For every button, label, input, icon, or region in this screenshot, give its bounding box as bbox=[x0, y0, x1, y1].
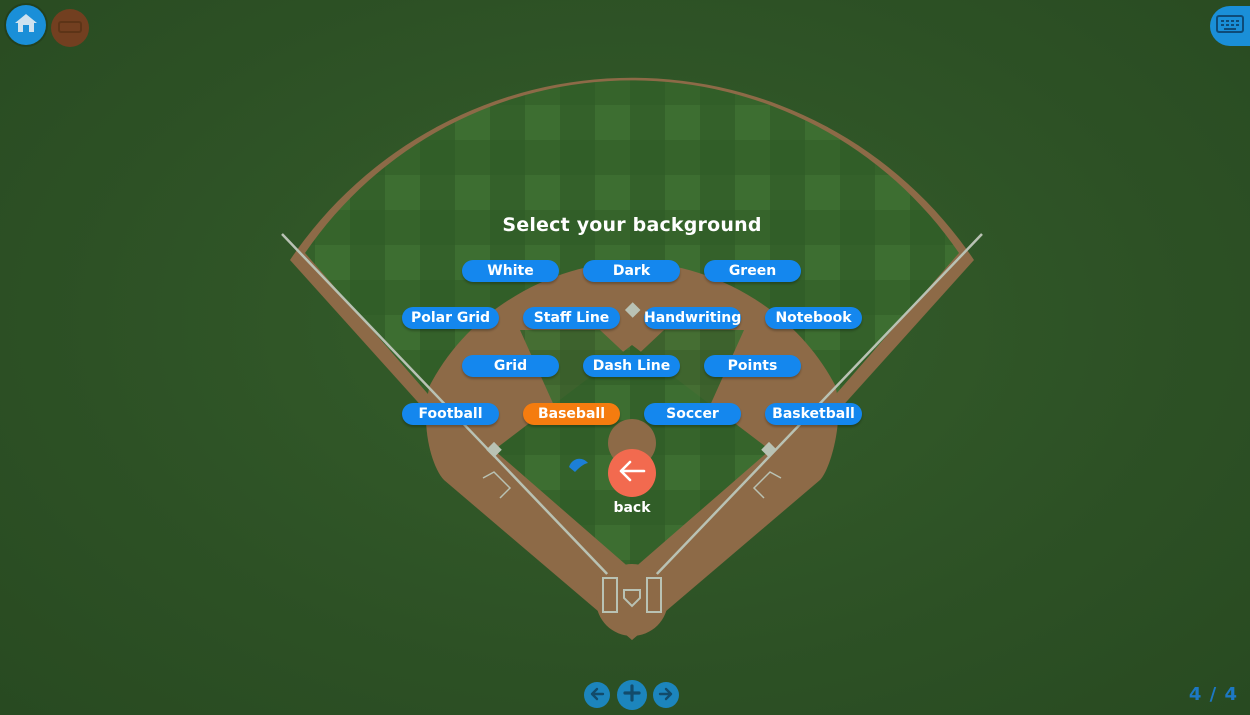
option-handwriting-button[interactable]: Handwriting bbox=[644, 307, 741, 329]
option-staff-line-button[interactable]: Staff Line bbox=[523, 307, 620, 329]
option-dark-button[interactable]: Dark bbox=[583, 260, 680, 282]
option-green-button[interactable]: Green bbox=[704, 260, 801, 282]
page-indicator: 4 / 4 bbox=[1188, 684, 1238, 705]
option-football-button[interactable]: Football bbox=[402, 403, 499, 425]
keyboard-icon bbox=[1216, 15, 1244, 37]
option-white-button[interactable]: White bbox=[462, 260, 559, 282]
menu-title: Select your background bbox=[502, 214, 762, 236]
option-polar-grid-button[interactable]: Polar Grid bbox=[402, 307, 499, 329]
option-soccer-button[interactable]: Soccer bbox=[644, 403, 741, 425]
option-grid-button[interactable]: Grid bbox=[462, 355, 559, 377]
app-canvas: Select your background White Dark Green … bbox=[0, 0, 1250, 715]
arrow-left-icon bbox=[589, 686, 605, 705]
home-button[interactable] bbox=[6, 5, 46, 45]
home-icon bbox=[13, 11, 39, 39]
option-points-button[interactable]: Points bbox=[704, 355, 801, 377]
back-label: back bbox=[613, 500, 651, 516]
option-basketball-button[interactable]: Basketball bbox=[765, 403, 862, 425]
option-dash-line-button[interactable]: Dash Line bbox=[583, 355, 680, 377]
keyboard-button[interactable] bbox=[1210, 6, 1250, 46]
add-page-button[interactable] bbox=[617, 680, 647, 710]
next-page-button[interactable] bbox=[653, 682, 679, 708]
arrow-left-icon bbox=[617, 459, 647, 487]
back-button[interactable] bbox=[608, 449, 656, 497]
stop-button[interactable] bbox=[51, 9, 89, 47]
stop-icon bbox=[58, 19, 82, 38]
option-notebook-button[interactable]: Notebook bbox=[765, 307, 862, 329]
previous-page-button[interactable] bbox=[584, 682, 610, 708]
plus-icon bbox=[623, 684, 641, 706]
arrow-right-icon bbox=[658, 686, 674, 705]
option-baseball-button[interactable]: Baseball bbox=[523, 403, 620, 425]
